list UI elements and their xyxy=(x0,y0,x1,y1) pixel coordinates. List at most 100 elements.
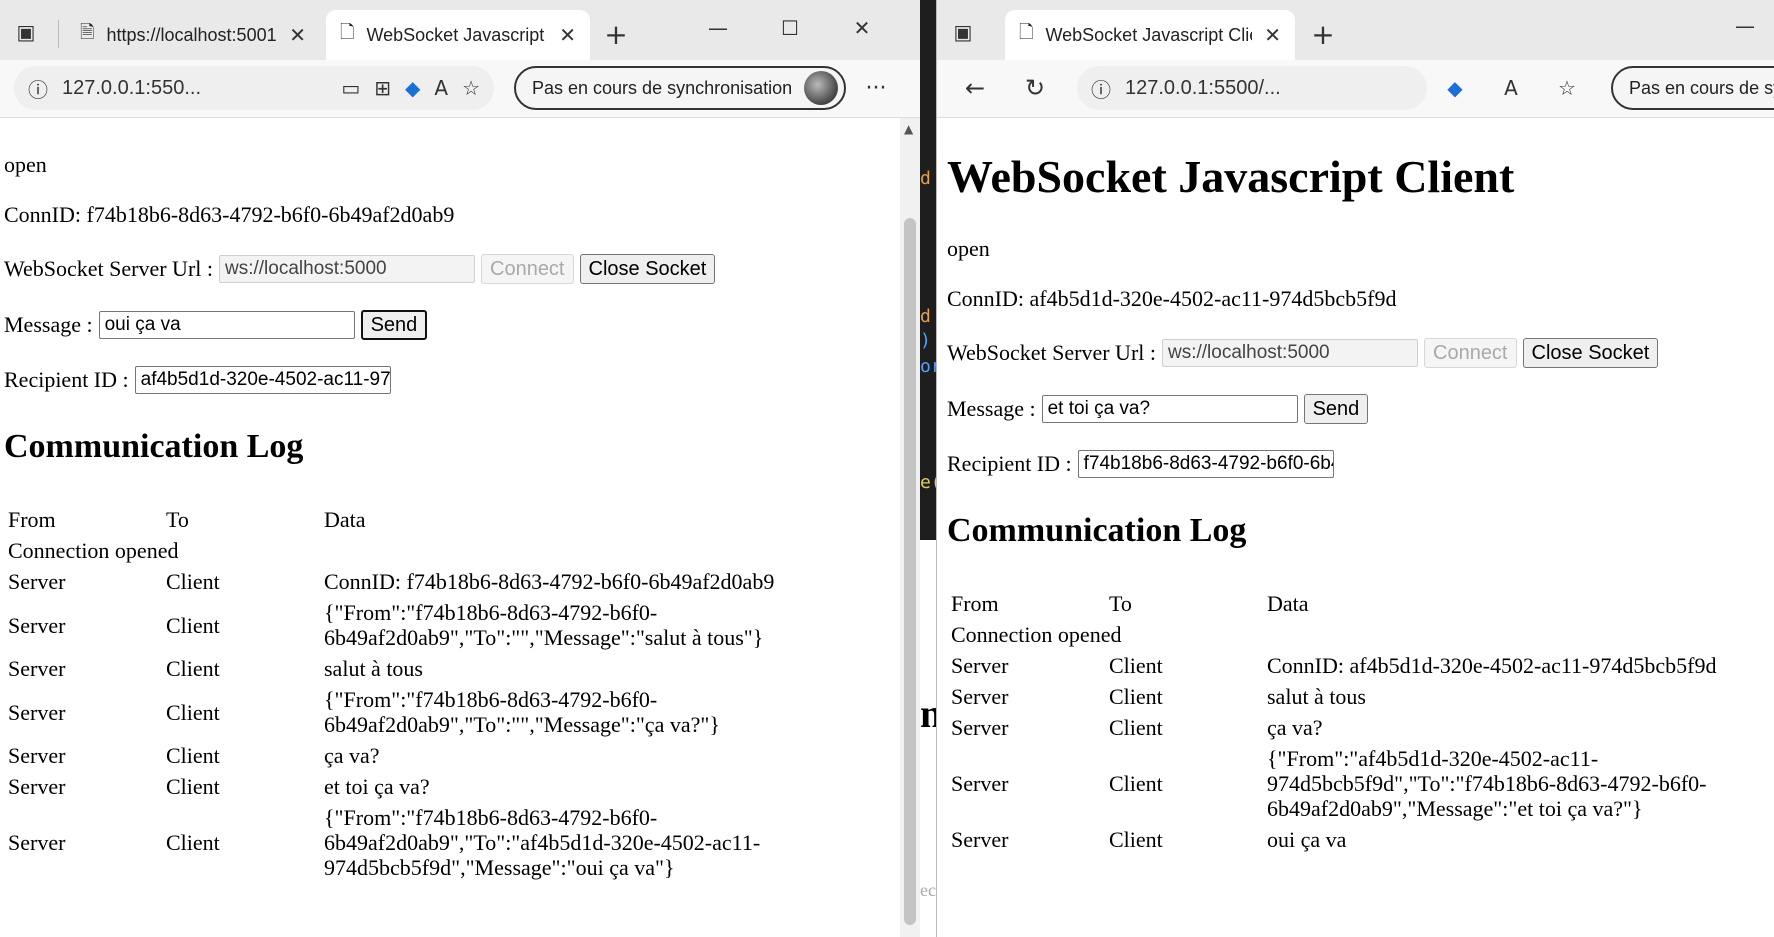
more-icon[interactable]: ··· xyxy=(858,70,894,106)
tab-actions-icon[interactable]: ▣ xyxy=(8,14,44,50)
cell-data: oui ça va xyxy=(1263,824,1720,855)
connection-opened: Connection opened xyxy=(951,622,1122,647)
scroll-up-icon[interactable]: ▲ xyxy=(904,122,913,136)
recipient-input[interactable]: af4b5d1d-320e-4502-ac11-974d5bcb5f9d xyxy=(134,366,391,394)
background-page: n ect xyxy=(920,540,936,937)
tab-title: https://localhost:5001 xyxy=(106,24,277,45)
read-aloud-icon[interactable]: A xyxy=(1493,70,1529,106)
tab-title: WebSocket Javascript Client xyxy=(366,24,547,45)
connection-opened: Connection opened xyxy=(8,538,179,563)
close-icon[interactable]: ✕ xyxy=(559,23,576,48)
divider xyxy=(58,20,59,48)
vertical-scrollbar[interactable]: ▲ xyxy=(900,118,920,937)
table-row: Connection opened xyxy=(947,619,1720,650)
sync-label: Pas en cours de synchronisation xyxy=(1629,77,1774,98)
cell-to: Client xyxy=(166,656,220,681)
page-title: WebSocket Javascript Client xyxy=(947,151,1515,202)
tab-websocket-client[interactable]: 🗋 WebSocket Javascript Client ✕ xyxy=(1005,10,1295,60)
close-icon[interactable]: ✕ xyxy=(1264,23,1281,48)
header-data: Data xyxy=(324,507,366,532)
url-input[interactable]: ws://localhost:5000 xyxy=(1162,339,1418,367)
status-text: open xyxy=(947,236,990,261)
tab-websocket-client[interactable]: 🗋 WebSocket Javascript Client ✕ xyxy=(326,10,590,60)
cell-data: ça va? xyxy=(320,740,778,771)
scroll-thumb[interactable] xyxy=(904,218,916,925)
maximize-icon[interactable]: ☐ xyxy=(772,10,808,46)
cell-to: Client xyxy=(166,569,220,594)
cell-data-line: {"From":"f74b18b6-8d63-4792-b6f0- xyxy=(324,805,658,830)
sync-label: Pas en cours de synchronisation xyxy=(532,77,793,98)
url-row: WebSocket Server Url : ws://localhost:50… xyxy=(947,338,1659,368)
table-row: Connection opened xyxy=(4,535,778,566)
sync-button[interactable]: Pas en cours de synchronisation xyxy=(514,66,846,110)
devices-icon[interactable]: ▭ xyxy=(341,76,360,100)
send-button[interactable]: Send xyxy=(1303,394,1369,424)
code-fragment: ) xyxy=(920,330,931,351)
cell-data-line: 974d5bcb5f9d","To":"f74b18b6-8d63-4792-b… xyxy=(1267,771,1707,796)
connect-button[interactable]: Connect xyxy=(1424,338,1517,368)
info-icon[interactable]: ⓘ xyxy=(1091,74,1111,103)
read-aloud-icon[interactable]: A xyxy=(434,76,448,100)
connect-button[interactable]: Connect xyxy=(481,254,574,284)
table-row: Server Client {"From":"af4b5d1d-320e-4502-… xyxy=(947,743,1720,824)
cell-data-line: 6b49af2d0ab9","To":"","Message":"salut à… xyxy=(324,625,764,650)
recipient-input[interactable]: f74b18b6-8d63-4792-b6f0-6b49af2d0ab9 xyxy=(1077,450,1334,478)
log-title: Communication Log xyxy=(4,428,304,465)
plus-icon[interactable]: + xyxy=(1305,16,1341,52)
code-fragment: d xyxy=(920,306,931,327)
url-row: WebSocket Server Url : ws://localhost:50… xyxy=(4,254,716,284)
tag-icon[interactable]: ◆ xyxy=(1437,70,1473,106)
cell-from: Server xyxy=(951,715,1009,740)
table-row: Server Client ça va? xyxy=(947,712,1720,743)
tab-actions-icon[interactable]: ▣ xyxy=(945,14,981,50)
log-rows: Server Client ConnID: f74b18b6-8d63-4792-b… xyxy=(4,566,778,883)
recipient-row: Recipient ID : af4b5d1d-320e-4502-ac11-9… xyxy=(4,366,391,394)
page-content: open ConnID: f74b18b6-8d63-4792-b6f0-6b4… xyxy=(4,118,884,937)
close-icon[interactable]: ✕ xyxy=(289,23,306,48)
cell-to: Client xyxy=(1109,715,1163,740)
back-arrow-icon[interactable]: ← xyxy=(957,70,993,106)
cell-data: {"From":"f74b18b6-8d63-4792-b6f0- 6b49af2… xyxy=(320,684,778,740)
message-label: Message : xyxy=(947,396,1036,421)
table-row: Server Client et toi ça va? xyxy=(4,771,778,802)
plus-icon[interactable]: + xyxy=(598,16,634,52)
url-input[interactable]: ws://localhost:5000 xyxy=(219,255,475,283)
url-label: WebSocket Server Url : xyxy=(4,256,213,281)
close-socket-button[interactable]: Close Socket xyxy=(1522,338,1659,368)
info-icon[interactable]: ⓘ xyxy=(28,74,48,103)
address-text: 127.0.0.1:550... xyxy=(62,76,202,99)
refresh-icon[interactable]: ↻ xyxy=(1017,70,1053,106)
code-fragment: e( xyxy=(920,472,936,493)
minimize-icon[interactable]: — xyxy=(1727,8,1763,44)
cell-from: Server xyxy=(8,774,66,799)
tab-bar: ▣ 🗋 WebSocket Javascript Client ✕ + — xyxy=(937,0,1774,60)
tag-icon[interactable]: ◆ xyxy=(405,76,420,100)
cell-from: Server xyxy=(951,684,1009,709)
message-input[interactable]: et toi ça va? xyxy=(1041,395,1298,423)
star-add-icon[interactable]: ☆ xyxy=(1549,70,1585,106)
apps-icon[interactable]: ⊞ xyxy=(374,76,391,100)
cell-data: salut à tous xyxy=(320,653,778,684)
close-icon[interactable]: ✕ xyxy=(844,10,880,46)
code-fragment: d xyxy=(920,168,931,189)
log-table: From To Data Connection opened Server Cli… xyxy=(4,504,778,883)
star-add-icon[interactable]: ☆ xyxy=(462,76,480,100)
tab-localhost-5001[interactable]: 🗎 https://localhost:5001 ✕ xyxy=(66,10,320,60)
code-fragment: ect xyxy=(920,880,936,900)
cell-data-line: {"From":"f74b18b6-8d63-4792-b6f0- xyxy=(324,687,658,712)
send-button[interactable]: Send xyxy=(360,310,428,340)
table-row: Server Client ConnID: af4b5d1d-320e-4502-a… xyxy=(947,650,1720,681)
sync-button[interactable]: Pas en cours de synchronisation xyxy=(1611,66,1774,110)
address-bar[interactable]: ⓘ 127.0.0.1:550... ▭ ⊞ ◆ A ☆ xyxy=(14,66,494,110)
background-editor-sliver: d d ) or e( n ect xyxy=(920,0,936,937)
minimize-icon[interactable]: — xyxy=(700,10,736,46)
message-input[interactable]: oui ça va xyxy=(98,311,355,339)
cell-data: ConnID: af4b5d1d-320e-4502-ac11-974d5bcb… xyxy=(1263,650,1720,681)
cell-data-line: 6b49af2d0ab9","To":"","Message":"ça va?"… xyxy=(324,712,720,737)
recipient-row: Recipient ID : f74b18b6-8d63-4792-b6f0-6… xyxy=(947,450,1334,478)
log-table: From To Data Connection opened Server Cli… xyxy=(947,588,1720,855)
cell-data: ça va? xyxy=(1263,712,1720,743)
cell-to: Client xyxy=(166,612,220,638)
address-bar[interactable]: ⓘ 127.0.0.1:5500/... xyxy=(1077,66,1427,110)
close-socket-button[interactable]: Close Socket xyxy=(579,254,716,284)
